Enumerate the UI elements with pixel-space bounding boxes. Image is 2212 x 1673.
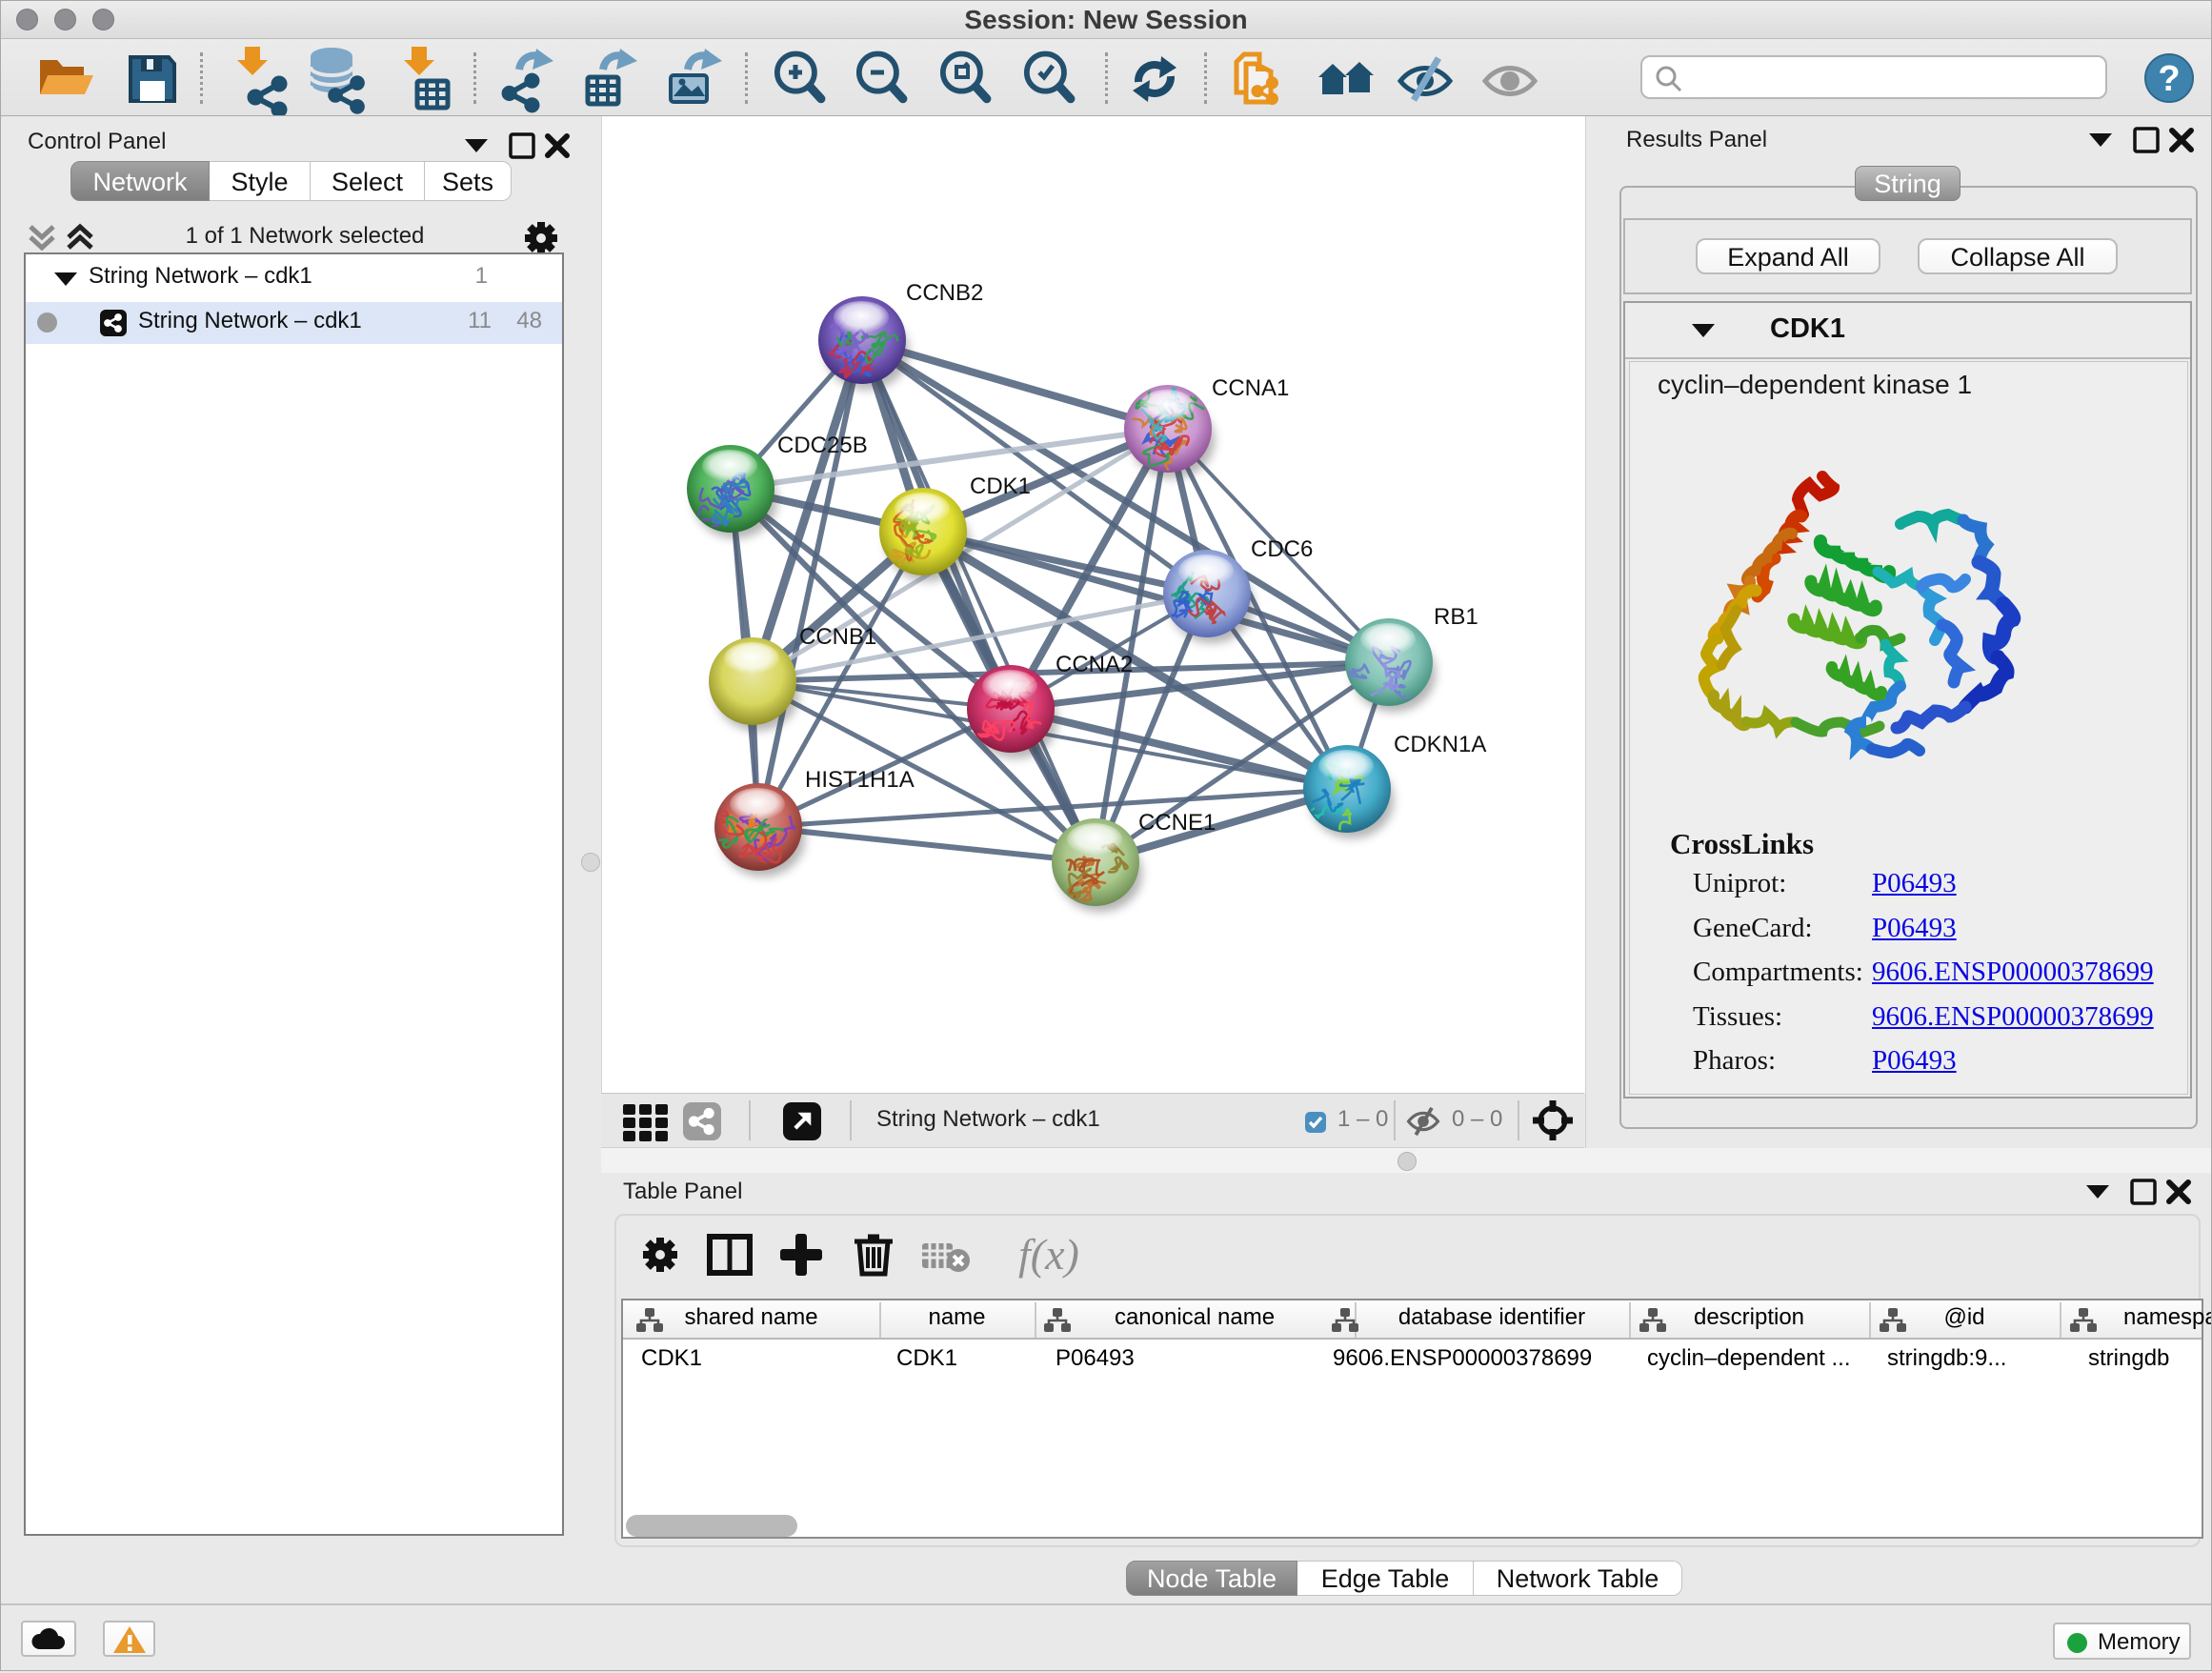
- svg-text:HIST1H1A: HIST1H1A: [805, 767, 915, 793]
- svg-text:CCNB1: CCNB1: [799, 624, 876, 650]
- svg-text:RB1: RB1: [1434, 604, 1478, 630]
- svg-text:CCNB2: CCNB2: [906, 280, 983, 306]
- svg-text:CDKN1A: CDKN1A: [1394, 732, 1486, 757]
- svg-text:CDC6: CDC6: [1251, 536, 1313, 562]
- svg-text:?: ?: [2158, 59, 2180, 99]
- svg-text:f(x): f(x): [1018, 1230, 1079, 1279]
- svg-text:CCNA1: CCNA1: [1212, 375, 1289, 401]
- svg-text:CCNE1: CCNE1: [1138, 810, 1216, 836]
- svg-text:CCNA2: CCNA2: [1056, 652, 1133, 677]
- svg-text:CDC25B: CDC25B: [777, 433, 868, 458]
- svg-text:CDK1: CDK1: [970, 474, 1031, 499]
